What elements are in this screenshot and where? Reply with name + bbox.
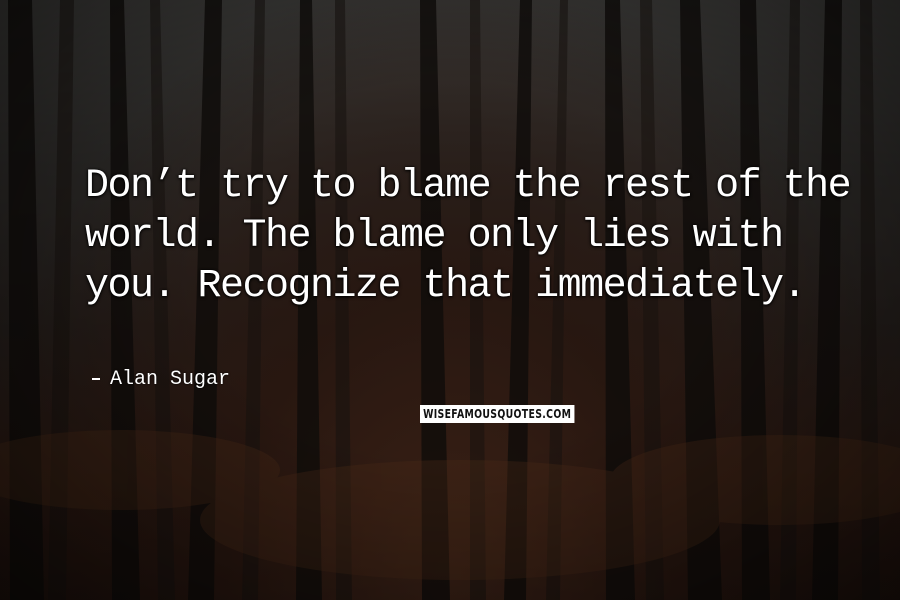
watermark-badge: WISEFAMOUSQUOTES.COM	[420, 405, 575, 423]
quote-author: Alan Sugar	[92, 368, 230, 392]
quote-image: Don’t try to blame the rest of the world…	[0, 0, 900, 600]
author-name: Alan Sugar	[110, 368, 231, 391]
quote-text: Don’t try to blame the rest of the world…	[85, 164, 852, 309]
author-dash	[92, 377, 100, 380]
